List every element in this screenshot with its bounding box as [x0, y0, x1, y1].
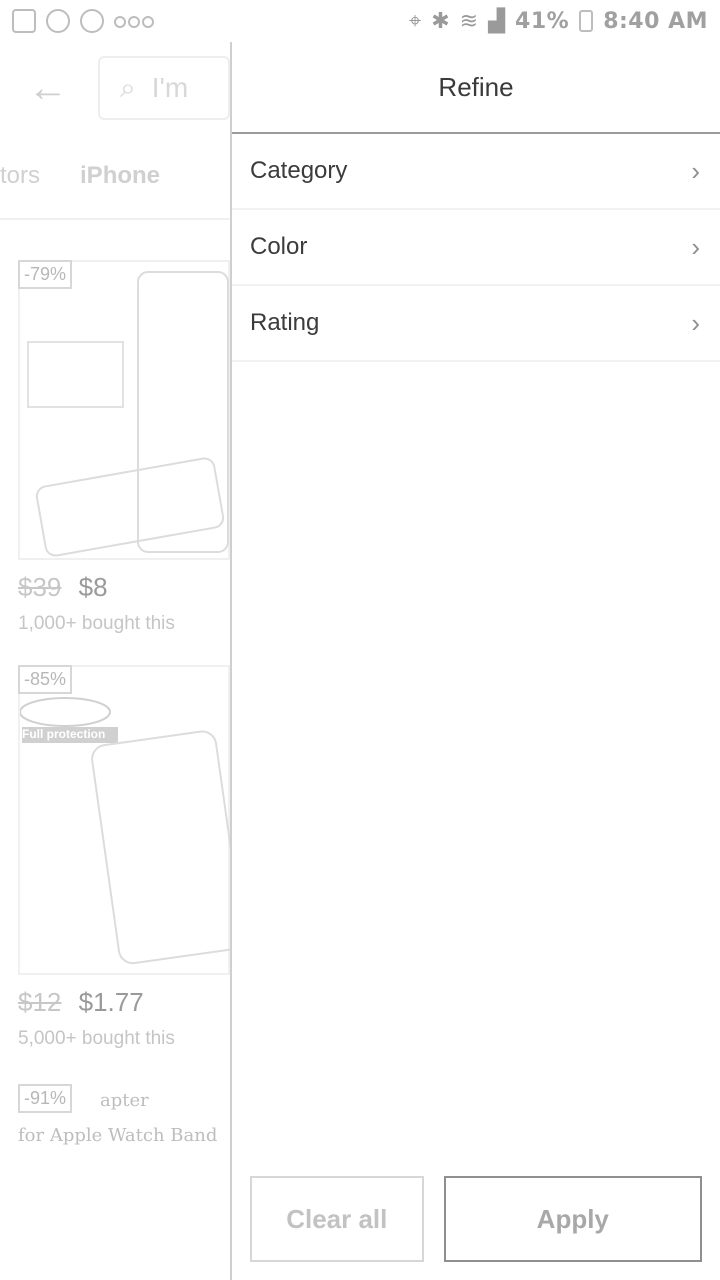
price-row: $39 $8 [18, 572, 230, 603]
clear-all-button[interactable]: Clear all [250, 1176, 424, 1262]
location-icon: ⌖ [408, 8, 422, 34]
drawer-title: Refine [232, 42, 720, 134]
status-left-icons [12, 9, 156, 34]
old-price: $12 [18, 987, 62, 1017]
product-caption: for Apple Watch Band [18, 1125, 218, 1146]
status-right-icons: ⌖ ✱ ≋ ▟ 41% 8:40 AM [409, 9, 708, 34]
filter-label: Color [250, 233, 308, 260]
more-dots-icon [114, 9, 156, 34]
back-arrow-icon[interactable]: ← [28, 66, 68, 111]
discount-badge: -91% [18, 1084, 73, 1113]
product-card-2[interactable]: -85% Full protection $12 $1.77 5,000+ bo… [0, 665, 230, 1050]
background-app: ← ⌕ I'm tors iPhone -79% $39 $8 1,000+ b… [0, 42, 230, 1280]
drawer-actions: Clear all Apply [250, 1176, 702, 1262]
product-overlay-label: Full protection [22, 727, 106, 741]
chevron-right-icon: › [691, 231, 700, 262]
signal-icon: ▟ [488, 8, 506, 34]
product-card-3[interactable]: -91% apter for Apple Watch Band [0, 1084, 230, 1146]
old-price: $39 [18, 572, 62, 602]
bg-tabs: tors iPhone [0, 134, 230, 220]
product-card-1[interactable]: -79% $39 $8 1,000+ bought this [0, 260, 230, 635]
notification-icon [12, 9, 36, 33]
bg-header: ← ⌕ I'm [0, 42, 230, 134]
discount-badge: -79% [18, 260, 73, 289]
refine-drawer: Refine Category › Color › Rating › Clear… [230, 42, 720, 1280]
filter-label: Rating [250, 309, 320, 336]
bg-search-text: I'm [151, 72, 189, 103]
fan-icon [46, 9, 70, 33]
product-image: Full protection [18, 665, 230, 975]
search-icon: ⌕ [120, 71, 136, 103]
product-image [18, 260, 230, 560]
chevron-right-icon: › [691, 307, 700, 338]
filter-label: Category [250, 157, 348, 184]
status-bar: ⌖ ✱ ≋ ▟ 41% 8:40 AM [0, 0, 720, 42]
bought-count: 5,000+ bought this [18, 1028, 175, 1049]
filter-category[interactable]: Category › [232, 134, 720, 210]
wifi-icon: ≋ [459, 8, 479, 34]
discount-badge: -85% [18, 665, 73, 694]
target-icon [80, 9, 104, 33]
bg-search-field[interactable]: ⌕ I'm [98, 56, 230, 120]
filter-rating[interactable]: Rating › [232, 286, 720, 362]
price: $8 [78, 572, 108, 602]
clock: 8:40 AM [603, 8, 708, 34]
chevron-right-icon: › [691, 155, 700, 186]
apply-button[interactable]: Apply [443, 1176, 702, 1262]
price-row: $12 $1.77 [18, 987, 230, 1018]
battery-icon [579, 10, 594, 32]
filter-color[interactable]: Color › [232, 210, 720, 286]
battery-percent: 41% [515, 8, 570, 34]
bg-tab-2[interactable]: iPhone [80, 162, 160, 190]
bluetooth-icon: ✱ [431, 8, 450, 34]
bg-tab-1[interactable]: tors [0, 162, 40, 190]
bought-count: 1,000+ bought this [18, 613, 175, 634]
price: $1.77 [78, 987, 144, 1017]
